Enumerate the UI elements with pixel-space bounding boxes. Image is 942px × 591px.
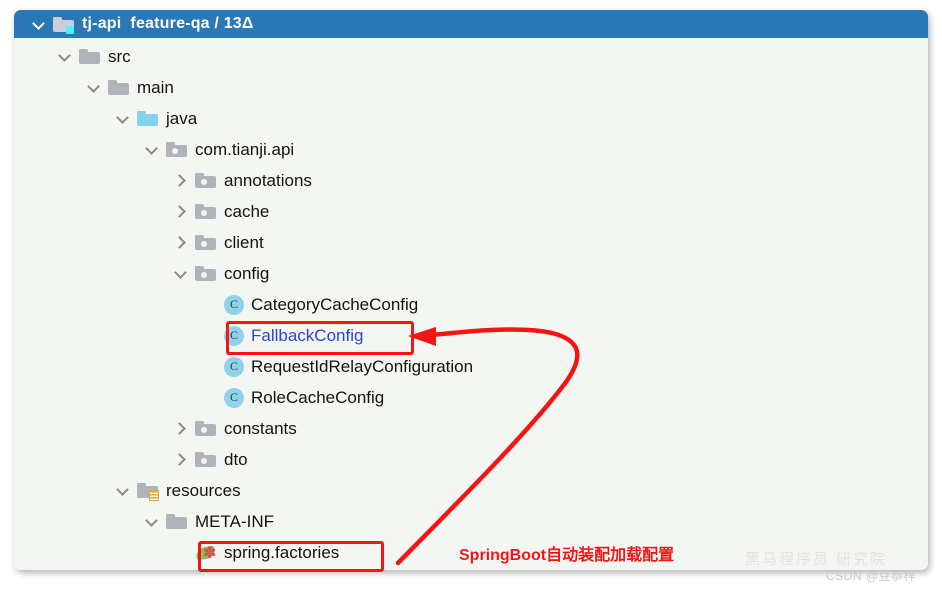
tree-row[interactable]: src <box>56 41 131 72</box>
package-folder-icon <box>195 419 217 438</box>
tree-row[interactable]: main <box>85 72 174 103</box>
chevron-down-icon[interactable] <box>30 16 47 33</box>
chevron-right-icon[interactable] <box>172 420 189 437</box>
package-folder-icon <box>195 171 217 190</box>
tree-item-label: RequestIdRelayConfiguration <box>251 356 474 376</box>
tree-item-label: main <box>137 77 174 97</box>
tree-row[interactable]: java <box>114 103 197 134</box>
tree-item-label: cache <box>224 201 270 221</box>
package-folder-icon <box>195 202 217 221</box>
tree-item-label: src <box>108 46 131 66</box>
chevron-down-icon[interactable] <box>143 513 160 530</box>
tree-item-label: java <box>166 108 198 128</box>
tree-item-label: RoleCacheConfig <box>251 387 385 407</box>
tree-row[interactable]: resources <box>114 475 241 506</box>
tree-row[interactable]: C RequestIdRelayConfiguration <box>201 351 473 382</box>
tree-row[interactable]: dto <box>172 444 248 475</box>
tree-item-label: constants <box>224 418 297 438</box>
tree-item-label: annotations <box>224 170 312 190</box>
tree-row[interactable]: cache <box>172 196 269 227</box>
chevron-right-icon[interactable] <box>172 172 189 189</box>
chevron-down-icon[interactable] <box>143 141 160 158</box>
package-folder-icon <box>195 450 217 469</box>
tree-row[interactable]: C RoleCacheConfig <box>201 382 384 413</box>
tree-row[interactable]: constants <box>172 413 297 444</box>
java-class-icon: C <box>224 356 244 377</box>
tree-row[interactable]: client <box>172 227 264 258</box>
module-folder-icon <box>53 15 75 34</box>
tree-item-label: FallbackConfig <box>251 325 364 345</box>
tree-item-label: client <box>224 232 264 252</box>
tree-item-label: com.tianji.api <box>195 139 295 159</box>
chevron-right-icon[interactable] <box>172 203 189 220</box>
source-root-folder-icon <box>137 109 159 128</box>
project-tree: src main java com.tianji.api annotations cach… <box>14 38 928 570</box>
project-module-header[interactable]: tj-api feature-qa / 13Δ <box>14 10 928 38</box>
tree-row[interactable]: META-INF <box>143 506 274 537</box>
tree-item-label: config <box>224 263 270 283</box>
package-folder-icon <box>166 140 188 159</box>
tree-row[interactable]: config <box>172 258 269 289</box>
tree-item-label: CategoryCacheConfig <box>251 294 419 314</box>
chevron-down-icon[interactable] <box>56 48 73 65</box>
branch-info-label: feature-qa / 13Δ <box>130 15 254 32</box>
module-name-label: tj-api <box>82 15 122 32</box>
tree-row[interactable]: annotations <box>172 165 312 196</box>
resources-folder-icon <box>137 481 159 501</box>
chevron-down-icon[interactable] <box>114 482 131 499</box>
tree-row[interactable]: C CategoryCacheConfig <box>201 289 418 320</box>
chevron-down-icon[interactable] <box>85 79 102 96</box>
java-class-icon: C <box>224 387 244 408</box>
java-class-icon: C <box>224 325 244 346</box>
java-class-icon: C <box>224 294 244 315</box>
tree-row[interactable]: C FallbackConfig <box>201 320 363 351</box>
tree-item-label: dto <box>224 449 248 469</box>
chevron-down-icon[interactable] <box>172 265 189 282</box>
folder-icon <box>79 47 101 66</box>
tree-row[interactable]: ✽ spring.factories <box>172 537 339 568</box>
tree-row[interactable]: com.tianji.api <box>143 134 294 165</box>
chevron-down-icon[interactable] <box>114 110 131 127</box>
folder-icon <box>108 78 130 97</box>
spring-leaf-icon: ✽ <box>195 543 217 562</box>
tree-item-label: spring.factories <box>224 542 340 562</box>
folder-icon <box>166 512 188 531</box>
package-folder-icon <box>195 233 217 252</box>
chevron-right-icon[interactable] <box>172 234 189 251</box>
package-folder-icon <box>195 264 217 283</box>
chevron-right-icon[interactable] <box>172 451 189 468</box>
tree-item-label: META-INF <box>195 511 275 531</box>
project-tool-window: tj-api feature-qa / 13Δ src main java com.t… <box>14 10 928 570</box>
tree-item-label: resources <box>166 480 241 500</box>
